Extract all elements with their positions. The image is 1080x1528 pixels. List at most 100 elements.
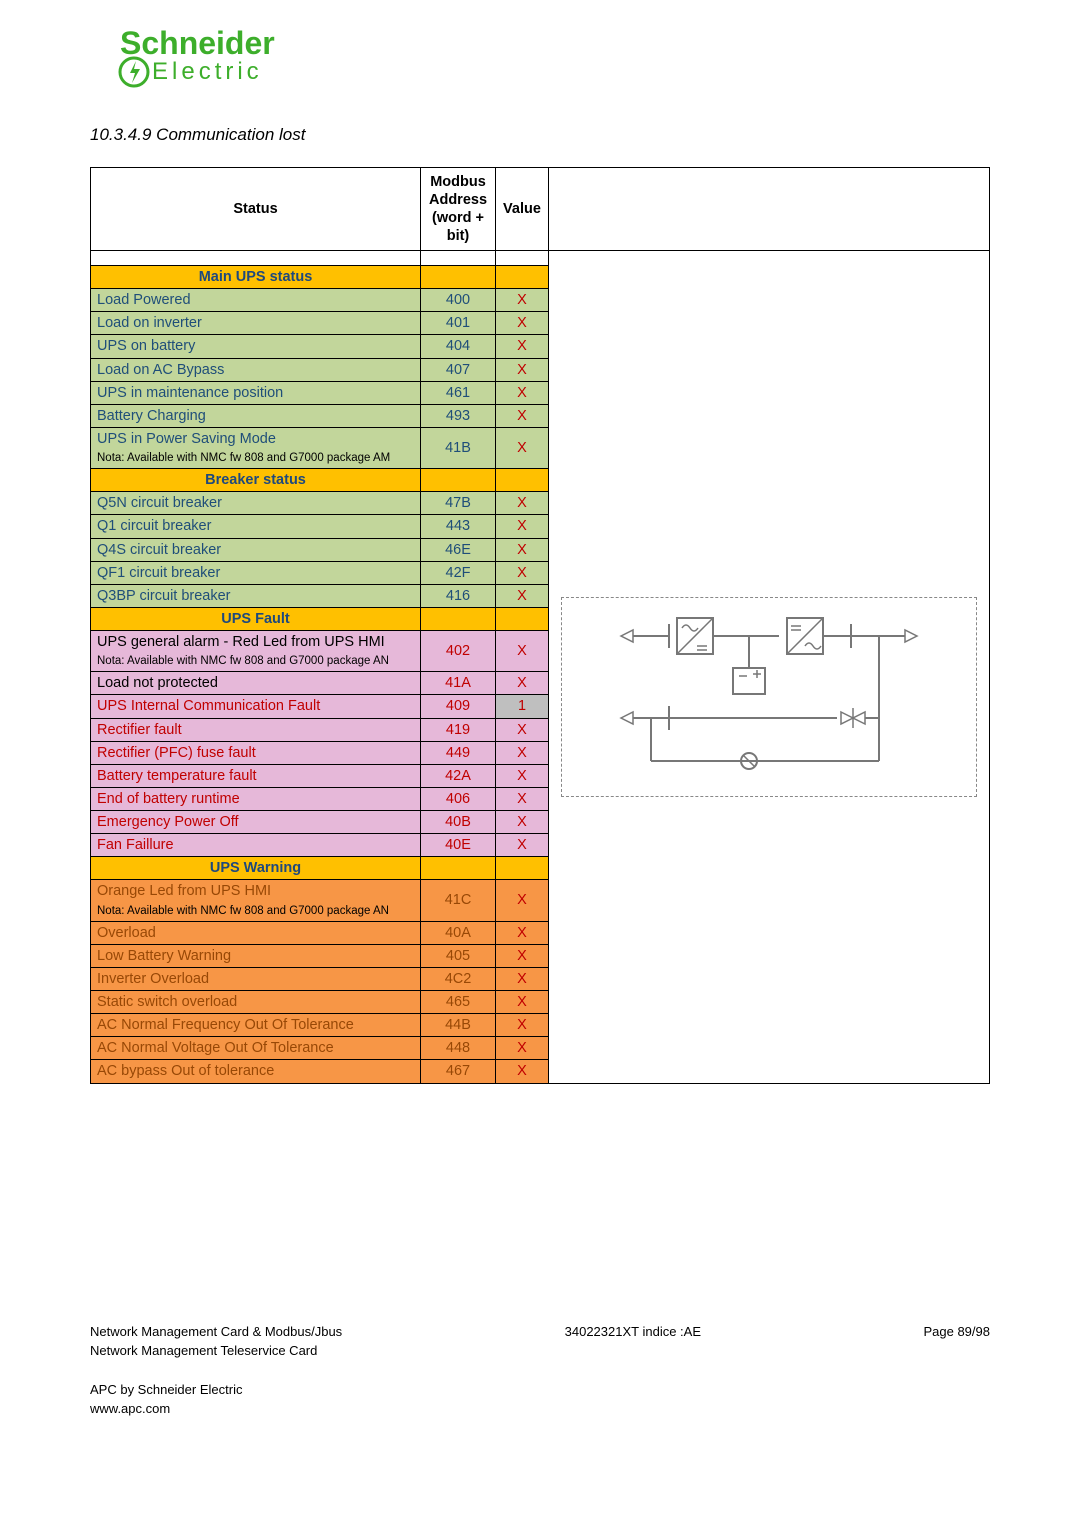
address-cell: 465: [421, 991, 496, 1014]
value-cell: X: [496, 335, 549, 358]
value-cell: 1: [496, 695, 549, 718]
schneider-logo: Schneider Electric: [90, 24, 990, 95]
value-cell: X: [496, 741, 549, 764]
address-cell: 42A: [421, 764, 496, 787]
status-cell: End of battery runtime: [91, 787, 421, 810]
address-cell: 41B: [421, 427, 496, 468]
address-cell: 4C2: [421, 967, 496, 990]
address-cell: 40B: [421, 811, 496, 834]
status-cell: Load on inverter: [91, 312, 421, 335]
address-cell: 44B: [421, 1014, 496, 1037]
address-cell: 407: [421, 358, 496, 381]
value-cell: X: [496, 312, 549, 335]
col-header-diagram: [549, 168, 990, 251]
page-footer: Network Management Card & Modbus/Jbus 34…: [90, 1324, 990, 1416]
value-cell: X: [496, 404, 549, 427]
value-cell: X: [496, 1014, 549, 1037]
status-cell: UPS Internal Communication Fault: [91, 695, 421, 718]
value-cell: X: [496, 381, 549, 404]
address-cell: 443: [421, 515, 496, 538]
col-header-value: Value: [496, 168, 549, 251]
address-cell: 405: [421, 944, 496, 967]
address-cell: 419: [421, 718, 496, 741]
value-cell: X: [496, 921, 549, 944]
value-cell: X: [496, 538, 549, 561]
value-cell: X: [496, 991, 549, 1014]
status-cell: Q1 circuit breaker: [91, 515, 421, 538]
address-cell: 40E: [421, 834, 496, 857]
value-cell: X: [496, 880, 549, 921]
svg-text:Electric: Electric: [152, 58, 263, 85]
section-title: UPS Warning: [91, 857, 421, 880]
address-cell: 404: [421, 335, 496, 358]
status-cell: AC Normal Frequency Out Of Tolerance: [91, 1014, 421, 1037]
value-cell: X: [496, 811, 549, 834]
value-cell: X: [496, 515, 549, 538]
address-cell: 406: [421, 787, 496, 810]
address-cell: 449: [421, 741, 496, 764]
status-cell: Battery Charging: [91, 404, 421, 427]
value-cell: X: [496, 764, 549, 787]
value-cell: X: [496, 787, 549, 810]
value-cell: X: [496, 631, 549, 672]
status-cell: Low Battery Warning: [91, 944, 421, 967]
status-cell: UPS on battery: [91, 335, 421, 358]
status-cell: UPS in maintenance position: [91, 381, 421, 404]
value-cell: X: [496, 358, 549, 381]
address-cell: 41A: [421, 672, 496, 695]
status-cell: QF1 circuit breaker: [91, 561, 421, 584]
col-header-address: Modbus Address (word + bit): [421, 168, 496, 251]
value-cell: X: [496, 834, 549, 857]
value-cell: X: [496, 718, 549, 741]
status-cell: Static switch overload: [91, 991, 421, 1014]
footer-url: www.apc.com: [90, 1401, 990, 1416]
col-header-status: Status: [91, 168, 421, 251]
status-cell: AC Normal Voltage Out Of Tolerance: [91, 1037, 421, 1060]
status-table: StatusModbus Address (word + bit)Value M…: [90, 167, 990, 1084]
status-cell: Fan Faillure: [91, 834, 421, 857]
status-cell: Emergency Power Off: [91, 811, 421, 834]
footer-company: APC by Schneider Electric: [90, 1382, 990, 1397]
address-cell: 402: [421, 631, 496, 672]
section-title: Main UPS status: [91, 266, 421, 289]
address-cell: 416: [421, 584, 496, 607]
address-cell: 461: [421, 381, 496, 404]
address-cell: 47B: [421, 492, 496, 515]
address-cell: 448: [421, 1037, 496, 1060]
address-cell: 46E: [421, 538, 496, 561]
status-cell: Overload: [91, 921, 421, 944]
status-cell: UPS in Power Saving ModeNota: Available …: [91, 427, 421, 468]
status-cell: Load on AC Bypass: [91, 358, 421, 381]
value-cell: X: [496, 492, 549, 515]
value-cell: X: [496, 584, 549, 607]
status-cell: Battery temperature fault: [91, 764, 421, 787]
section-heading: 10.3.4.9 Communication lost: [90, 125, 990, 145]
section-title: Breaker status: [91, 469, 421, 492]
address-cell: 409: [421, 695, 496, 718]
status-cell: Orange Led from UPS HMINota: Available w…: [91, 880, 421, 921]
ups-diagram: [549, 251, 990, 1084]
footer-left-2: Network Management Teleservice Card: [90, 1343, 990, 1358]
value-cell: X: [496, 561, 549, 584]
status-cell: Q4S circuit breaker: [91, 538, 421, 561]
address-cell: 42F: [421, 561, 496, 584]
status-cell: Q5N circuit breaker: [91, 492, 421, 515]
address-cell: 401: [421, 312, 496, 335]
value-cell: X: [496, 967, 549, 990]
footer-doc-id: 34022321XT indice :AE: [565, 1324, 701, 1339]
address-cell: 40A: [421, 921, 496, 944]
address-cell: 493: [421, 404, 496, 427]
svg-text:Schneider: Schneider: [120, 25, 275, 61]
value-cell: X: [496, 289, 549, 312]
status-cell: Q3BP circuit breaker: [91, 584, 421, 607]
status-cell: Rectifier (PFC) fuse fault: [91, 741, 421, 764]
status-cell: Rectifier fault: [91, 718, 421, 741]
status-cell: Load not protected: [91, 672, 421, 695]
value-cell: X: [496, 672, 549, 695]
value-cell: X: [496, 1060, 549, 1083]
status-cell: Load Powered: [91, 289, 421, 312]
address-cell: 467: [421, 1060, 496, 1083]
value-cell: X: [496, 1037, 549, 1060]
status-cell: UPS general alarm - Red Led from UPS HMI…: [91, 631, 421, 672]
footer-left-1: Network Management Card & Modbus/Jbus: [90, 1324, 342, 1339]
